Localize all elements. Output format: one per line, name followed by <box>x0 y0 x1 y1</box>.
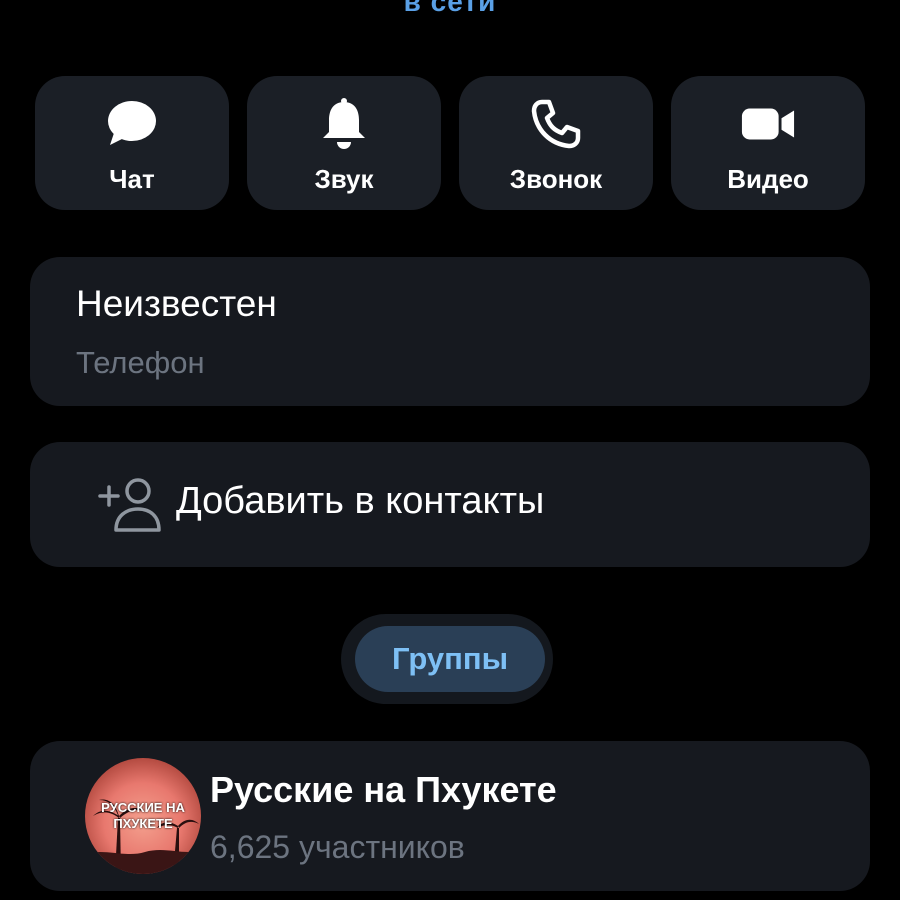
phone-value: Неизвестен <box>76 283 277 324</box>
phone-icon <box>528 96 584 152</box>
phone-card[interactable]: Неизвестен Телефон <box>30 257 870 406</box>
add-user-icon <box>96 476 162 534</box>
add-to-contacts-button[interactable]: Добавить в контакты <box>30 442 870 567</box>
chat-button[interactable]: Чат <box>35 76 229 210</box>
chat-bubble-icon <box>104 96 160 152</box>
call-button-label: Звонок <box>509 164 603 194</box>
sound-button[interactable]: Звук <box>247 76 441 210</box>
action-bar: Чат Звук Звонок Видео <box>35 76 865 210</box>
group-avatar: РУССКИЕ НА ПХУКЕТЕ <box>85 758 201 874</box>
sound-button-label: Звук <box>314 164 374 194</box>
profile-page: в сети Чат Звук Звонок Видео Неизвестен … <box>0 0 900 900</box>
call-button[interactable]: Звонок <box>459 76 653 210</box>
tab-groups[interactable]: Группы <box>355 626 545 692</box>
phone-label: Телефон <box>76 345 205 380</box>
tab-groups-label: Группы <box>391 641 509 676</box>
group-name: Русские на Пхукете <box>210 769 557 810</box>
video-button-label: Видео <box>727 164 809 194</box>
group-member-count: 6,625 участников <box>210 829 465 865</box>
chat-button-label: Чат <box>109 164 155 194</box>
group-list-item[interactable]: РУССКИЕ НА ПХУКЕТЕ Русские на Пхукете 6,… <box>30 741 870 891</box>
add-to-contacts-label: Добавить в контакты <box>176 480 545 522</box>
video-camera-icon <box>740 96 796 152</box>
avatar-text-line2: ПХУКЕТЕ <box>113 816 173 831</box>
online-status: в сети <box>403 0 497 17</box>
video-button[interactable]: Видео <box>671 76 865 210</box>
bell-icon <box>316 96 372 152</box>
avatar-text-line1: РУССКИЕ НА <box>101 800 185 815</box>
